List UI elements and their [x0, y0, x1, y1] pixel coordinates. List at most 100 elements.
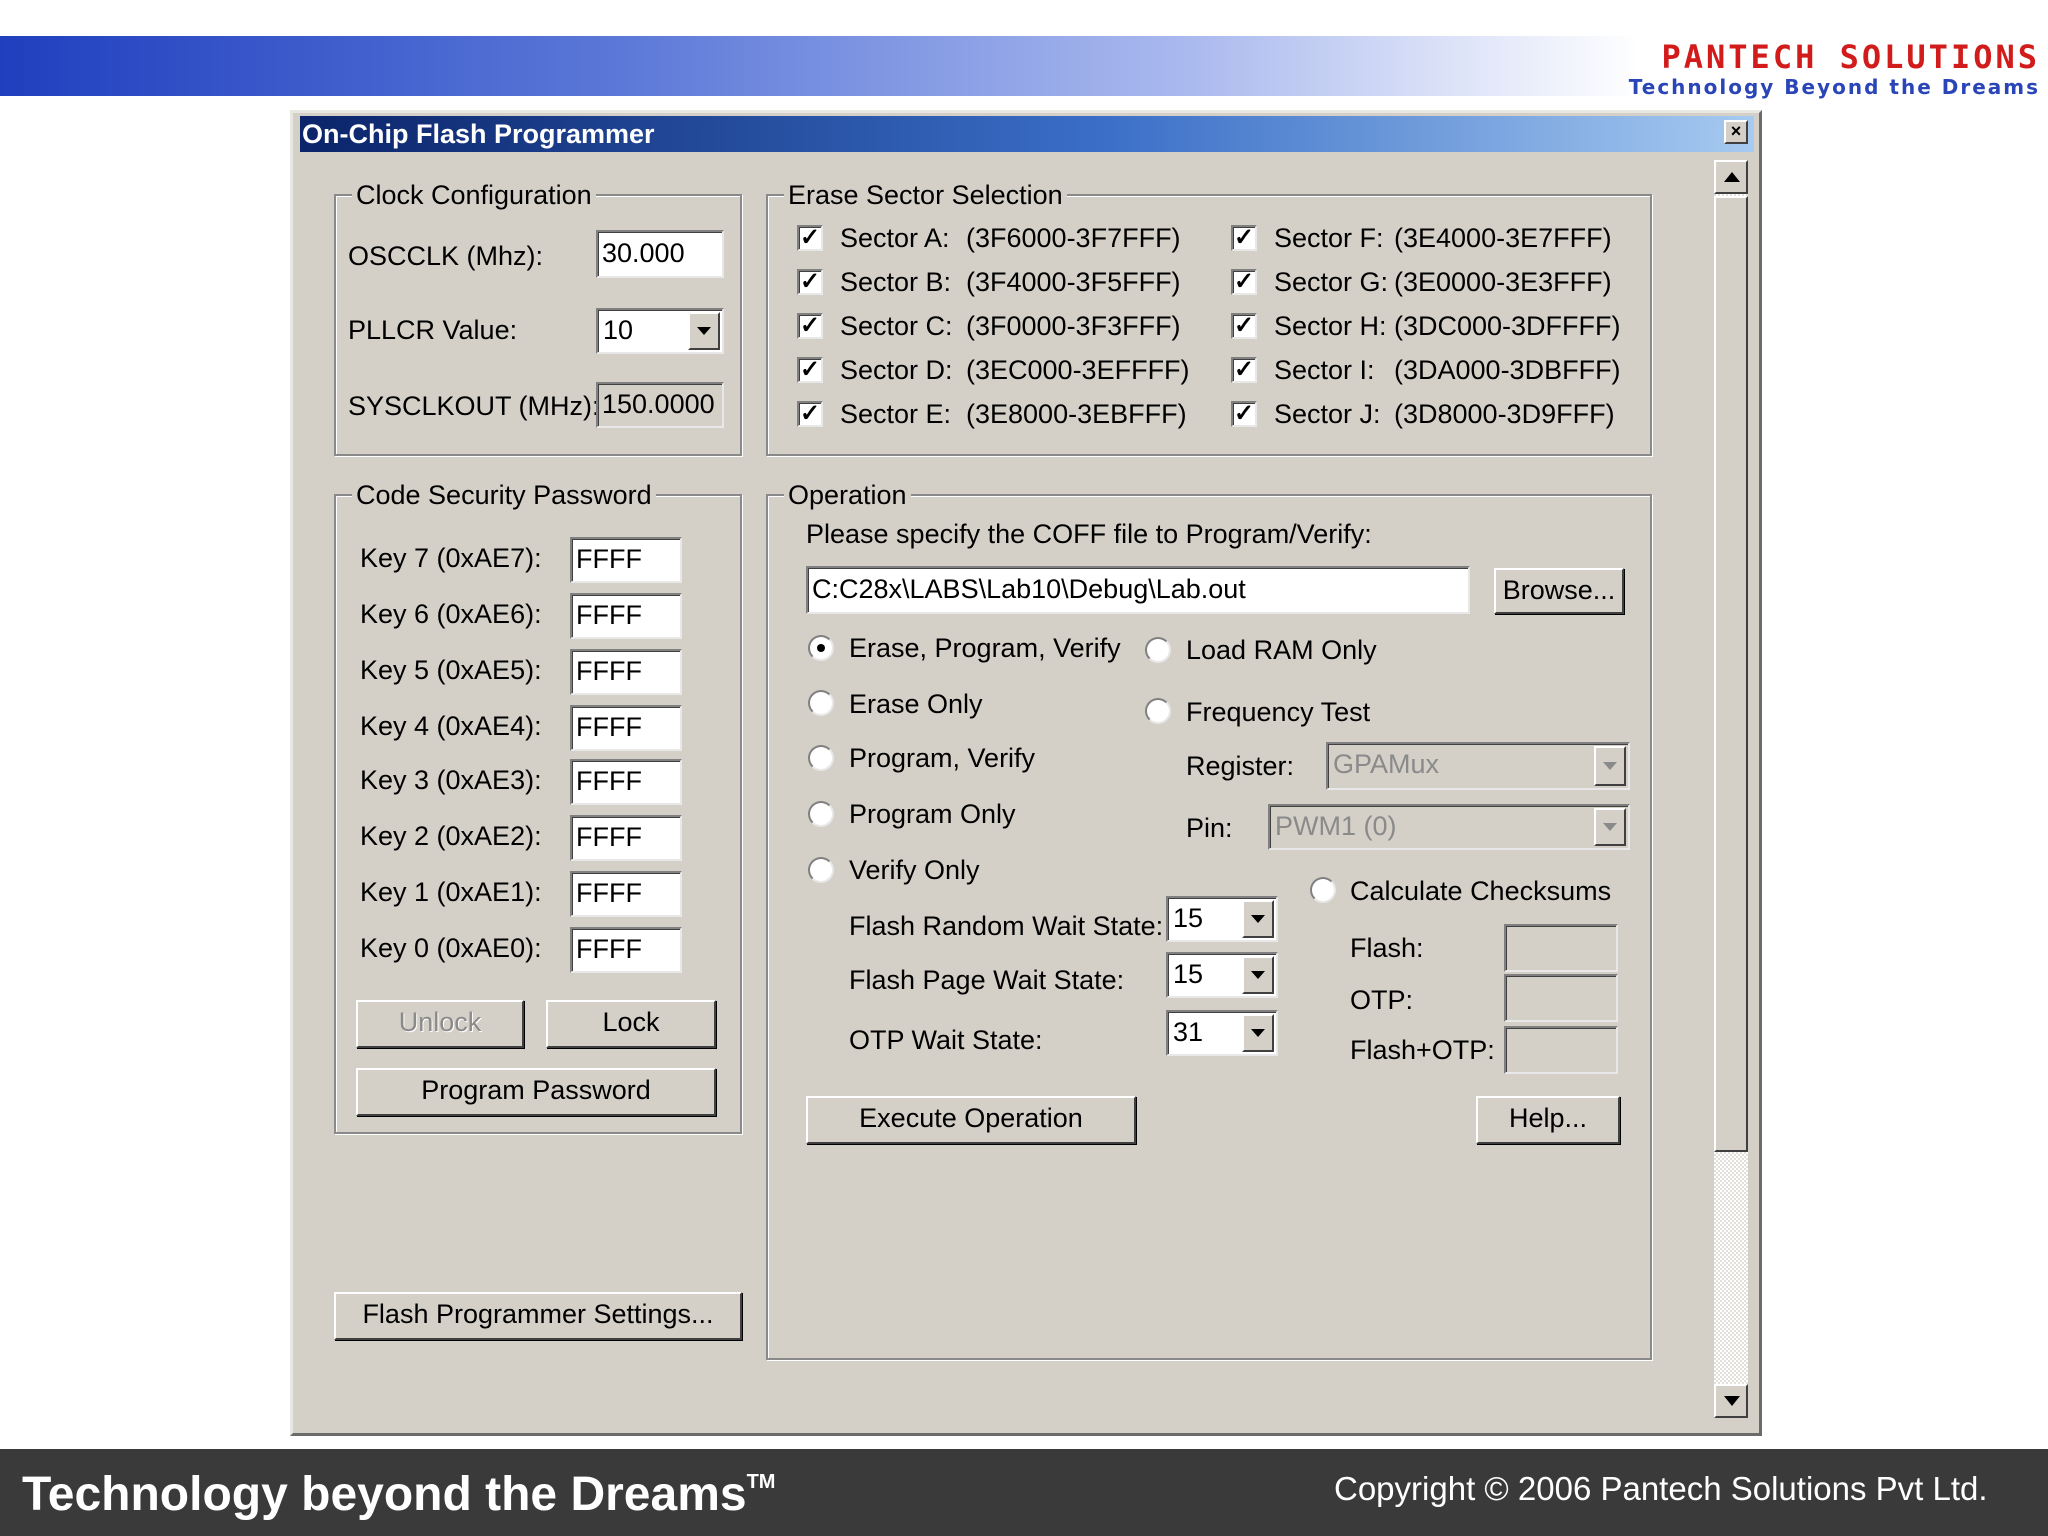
logo-brand: PANTECH SOLUTIONS: [1661, 38, 2040, 76]
sector-j-label: Sector J:: [1274, 399, 1381, 429]
scroll-up-button[interactable]: [1714, 160, 1748, 194]
sector-j-checkbox[interactable]: ✓: [1231, 401, 1257, 427]
sector-e-label: Sector E:: [840, 399, 952, 429]
pin-selected-value: PWM1 (0): [1275, 811, 1397, 841]
flash-page-wait-select[interactable]: 15: [1166, 952, 1278, 998]
key-5-label: Key 5 (0xAE5):: [360, 655, 542, 685]
erase-sector-legend: Erase Sector Selection: [784, 179, 1067, 211]
chevron-down-icon[interactable]: [1242, 956, 1274, 994]
sector-d-range: (3EC000-3EFFFF): [966, 355, 1190, 385]
flash-random-wait-select[interactable]: 15: [1166, 896, 1278, 942]
checksum-otp-label: OTP:: [1350, 985, 1414, 1015]
sector-e-checkbox[interactable]: ✓: [797, 401, 823, 427]
sector-a-checkbox[interactable]: ✓: [797, 225, 823, 251]
chevron-down-icon: [1594, 808, 1626, 846]
oscclk-input[interactable]: 30.000: [596, 230, 724, 278]
flash-page-wait-label: Flash Page Wait State:: [849, 965, 1125, 995]
sector-c-label: Sector C:: [840, 311, 953, 341]
pllcr-select[interactable]: 10: [596, 308, 724, 354]
lock-button[interactable]: Lock: [546, 1000, 716, 1048]
checksum-otp-field: [1504, 974, 1618, 1022]
pllcr-label: PLLCR Value:: [348, 315, 518, 345]
key-1-input[interactable]: FFFF: [570, 871, 682, 917]
key-2-input[interactable]: FFFF: [570, 815, 682, 861]
help-button[interactable]: Help...: [1476, 1096, 1620, 1144]
program-password-button[interactable]: Program Password: [356, 1068, 716, 1116]
flash-programmer-settings-button[interactable]: Flash Programmer Settings...: [334, 1292, 742, 1340]
sector-h-range: (3DC000-3DFFFF): [1394, 311, 1621, 341]
pin-label: Pin:: [1186, 813, 1233, 843]
radio-frequency-test[interactable]: [1145, 698, 1171, 724]
checksum-flash-otp-field: [1504, 1026, 1618, 1074]
radio-verify-only[interactable]: [808, 857, 834, 883]
radio-load-ram-only[interactable]: [1145, 637, 1171, 663]
clock-configuration-legend: Clock Configuration: [352, 179, 596, 211]
key-6-label: Key 6 (0xAE6):: [360, 599, 542, 629]
checksum-flash-otp-label: Flash+OTP:: [1350, 1035, 1495, 1065]
logo-tagline: Technology Beyond the Dreams: [1628, 75, 2040, 99]
key-5-input[interactable]: FFFF: [570, 649, 682, 695]
key-2-label: Key 2 (0xAE2):: [360, 821, 542, 851]
key-0-input[interactable]: FFFF: [570, 927, 682, 973]
sector-i-label: Sector I:: [1274, 355, 1375, 385]
pantech-logo: PANTECH SOLUTIONS Technology Beyond the …: [1629, 38, 2040, 98]
frequency-test-label: Frequency Test: [1186, 697, 1371, 727]
program-verify-label: Program, Verify: [849, 743, 1036, 773]
scroll-thumb[interactable]: [1714, 196, 1748, 1152]
close-button[interactable]: ×: [1724, 120, 1748, 144]
radio-erase-program-verify[interactable]: [808, 635, 834, 661]
sector-f-checkbox[interactable]: ✓: [1231, 225, 1257, 251]
chevron-down-icon[interactable]: [688, 312, 720, 350]
sector-f-label: Sector F:: [1274, 223, 1384, 253]
key-7-label: Key 7 (0xAE7):: [360, 543, 542, 573]
sector-d-label: Sector D:: [840, 355, 953, 385]
sector-i-checkbox[interactable]: ✓: [1231, 357, 1257, 383]
flash-random-wait-label: Flash Random Wait State:: [849, 911, 1164, 941]
sector-g-range: (3E0000-3E3FFF): [1394, 267, 1612, 297]
erase-only-label: Erase Only: [849, 689, 983, 719]
trademark-mark: TM: [746, 1471, 776, 1493]
sector-d-checkbox[interactable]: ✓: [797, 357, 823, 383]
key-3-input[interactable]: FFFF: [570, 759, 682, 805]
sector-g-checkbox[interactable]: ✓: [1231, 269, 1257, 295]
sector-a-range: (3F6000-3F7FFF): [966, 223, 1181, 253]
verify-only-label: Verify Only: [849, 855, 980, 885]
register-selected-value: GPAMux: [1333, 749, 1440, 779]
unlock-button[interactable]: Unlock: [356, 1000, 524, 1048]
calculate-checksums-label: Calculate Checksums: [1350, 876, 1612, 906]
sector-b-checkbox[interactable]: ✓: [797, 269, 823, 295]
radio-program-verify[interactable]: [808, 745, 834, 771]
dialog-title: On-Chip Flash Programmer: [302, 119, 655, 149]
register-select: GPAMux: [1326, 742, 1630, 790]
browse-button[interactable]: Browse...: [1494, 568, 1624, 614]
radio-erase-only[interactable]: [808, 690, 834, 716]
key-6-input[interactable]: FFFF: [570, 593, 682, 639]
register-label: Register:: [1186, 751, 1295, 781]
otp-wait-select[interactable]: 31: [1166, 1010, 1278, 1056]
key-7-input[interactable]: FFFF: [570, 537, 682, 583]
key-4-label: Key 4 (0xAE4):: [360, 711, 542, 741]
key-0-label: Key 0 (0xAE0):: [360, 933, 542, 963]
footer-copyright: Copyright © 2006 Pantech Solutions Pvt L…: [1334, 1470, 1988, 1507]
arrow-down-icon: [1724, 1396, 1740, 1406]
sector-i-range: (3DA000-3DBFFF): [1394, 355, 1621, 385]
arrow-up-icon: [1724, 172, 1740, 182]
chevron-down-icon[interactable]: [1242, 900, 1274, 938]
sector-b-range: (3F4000-3F5FFF): [966, 267, 1181, 297]
pin-select: PWM1 (0): [1268, 804, 1630, 850]
otp-wait-label: OTP Wait State:: [849, 1025, 1043, 1055]
key-4-input[interactable]: FFFF: [570, 705, 682, 751]
coff-path-input[interactable]: C:C28x\LABS\Lab10\Debug\Lab.out: [806, 566, 1470, 614]
checksum-flash-field: [1504, 924, 1618, 972]
chevron-down-icon[interactable]: [1242, 1014, 1274, 1052]
oscclk-label: OSCCLK (Mhz):: [348, 241, 544, 271]
otp-wait-value: 31: [1173, 1017, 1204, 1047]
erase-program-verify-label: Erase, Program, Verify: [849, 633, 1121, 663]
execute-operation-button[interactable]: Execute Operation: [806, 1096, 1136, 1144]
radio-calculate-checksums[interactable]: [1310, 877, 1336, 903]
radio-program-only[interactable]: [808, 801, 834, 827]
scroll-down-button[interactable]: [1714, 1384, 1748, 1418]
sector-c-range: (3F0000-3F3FFF): [966, 311, 1181, 341]
sector-h-checkbox[interactable]: ✓: [1231, 313, 1257, 339]
sector-c-checkbox[interactable]: ✓: [797, 313, 823, 339]
